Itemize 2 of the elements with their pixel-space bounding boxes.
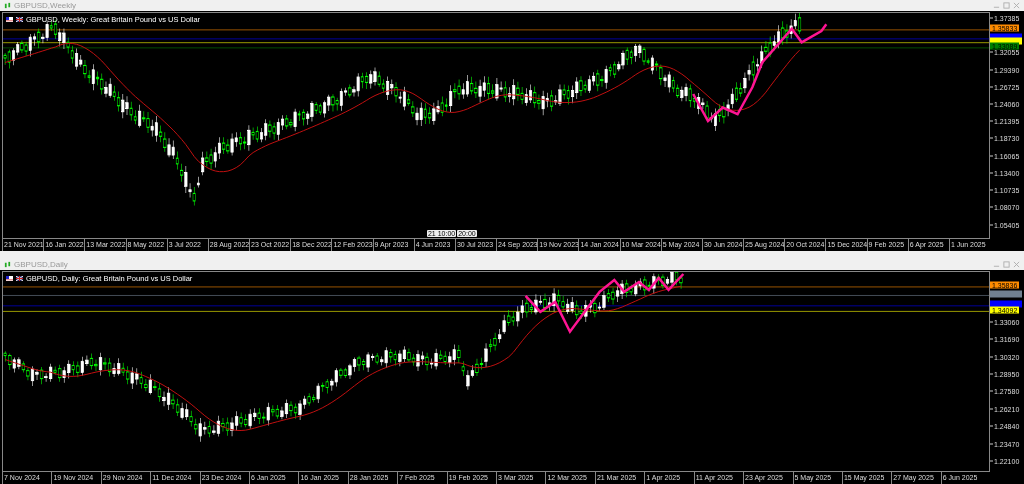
window-title: GBPUSD,Weekly bbox=[14, 1, 77, 10]
window-title: GBPUSD,Daily bbox=[14, 260, 68, 269]
